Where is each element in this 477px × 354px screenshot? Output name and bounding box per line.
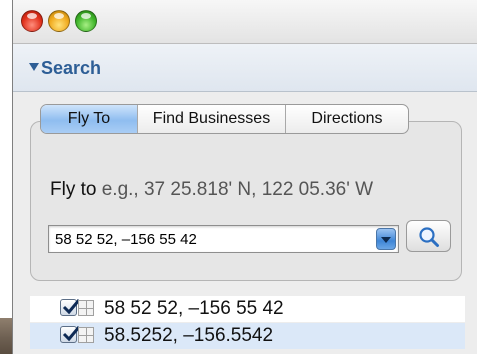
history-dropdown-icon[interactable]: [376, 228, 396, 250]
fly-to-input-value: 58 52 52, –156 55 42: [55, 231, 197, 248]
fly-to-input[interactable]: 58 52 52, –156 55 42: [48, 225, 399, 253]
zoom-window-icon[interactable]: [75, 10, 97, 32]
placemark-icon: [78, 327, 94, 343]
disclosure-triangle-icon[interactable]: [29, 63, 39, 71]
list-item[interactable]: 58.5252, –156.5542: [30, 323, 465, 349]
magnifier-icon: [419, 227, 439, 247]
fly-to-hint: e.g., 37 25.818' N, 122 05.36' W: [101, 179, 374, 200]
tab-fly-to[interactable]: Fly To: [41, 105, 138, 133]
search-section-title: Search: [41, 58, 102, 78]
result-label: 58 52 52, –156 55 42: [104, 298, 284, 319]
close-window-icon[interactable]: [21, 10, 43, 32]
tab-find-businesses[interactable]: Find Businesses: [138, 105, 286, 133]
result-checkbox[interactable]: [60, 299, 81, 316]
title-bar: [13, 0, 477, 44]
list-item[interactable]: 58 52 52, –156 55 42: [30, 296, 465, 322]
search-tabs: Fly To Find Businesses Directions: [40, 104, 409, 134]
search-results-list: 58 52 52, –156 55 42 58.5252, –156.5542: [30, 296, 465, 354]
result-label: 58.5252, –156.5542: [104, 325, 274, 346]
fly-to-label: Fly to: [50, 179, 97, 200]
tab-directions[interactable]: Directions: [286, 105, 408, 133]
screen: Search Fly To Find Businesses Directions…: [0, 0, 477, 354]
search-section-header[interactable]: Search: [13, 44, 477, 92]
minimize-window-icon[interactable]: [48, 10, 70, 32]
placemark-icon: [78, 300, 94, 316]
search-button[interactable]: [406, 220, 451, 252]
fly-to-label-row: Fly to e.g., 37 25.818' N, 122 05.36' W: [50, 178, 373, 202]
result-checkbox[interactable]: [60, 326, 81, 343]
